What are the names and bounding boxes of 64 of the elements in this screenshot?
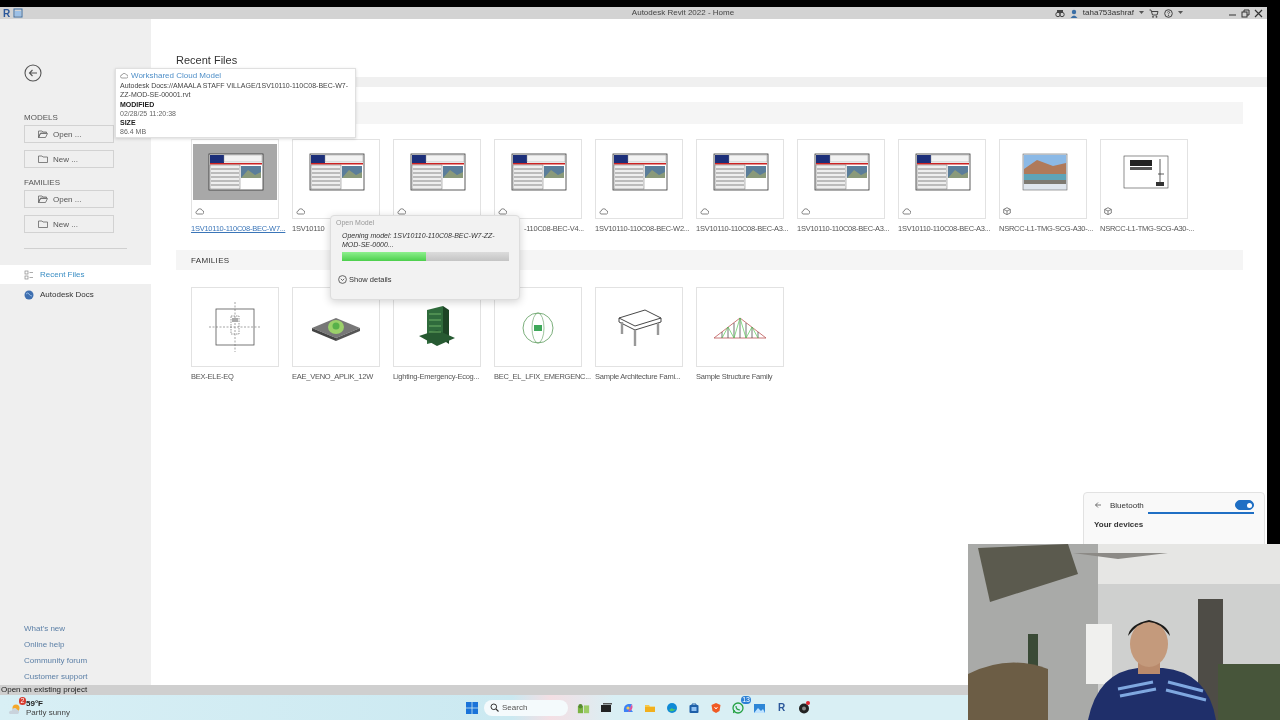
nav-item[interactable]: Autodesk Docs (0, 285, 151, 304)
file-card[interactable] (292, 139, 380, 219)
cloud-icon (120, 71, 128, 79)
search-field[interactable]: Search (484, 699, 568, 716)
app-logo[interactable]: R (3, 7, 11, 19)
photos-icon[interactable] (753, 701, 766, 714)
task-view-icon[interactable] (599, 701, 612, 714)
start-icon[interactable] (466, 701, 478, 714)
globe-icon (24, 289, 34, 300)
file-card[interactable] (797, 139, 885, 219)
search-icon (490, 703, 499, 712)
new-button[interactable]: New ... (24, 150, 114, 168)
bag-icon[interactable] (687, 701, 700, 714)
binoculars-icon[interactable] (1054, 8, 1065, 18)
help-icon[interactable] (1164, 8, 1173, 18)
restore-icon[interactable] (1241, 8, 1250, 18)
temperature-text: 59°F (26, 698, 44, 708)
caret-icon[interactable] (1178, 11, 1183, 15)
file-card[interactable] (1100, 139, 1188, 219)
folder-open-icon (38, 130, 48, 138)
folder-icon (38, 155, 48, 163)
chat-bubble-icon[interactable] (731, 701, 744, 714)
help-link[interactable]: Community forum (24, 653, 88, 669)
section-heading: FAMILIES (24, 178, 60, 187)
folder-icon (38, 220, 48, 228)
new-button[interactable]: New ... (24, 215, 114, 233)
section-heading: MODELS (24, 113, 58, 122)
swirl-icon[interactable] (621, 701, 634, 714)
section-heading: Your devices (1094, 519, 1145, 529)
app-letter-icon[interactable]: R (777, 702, 786, 713)
help-link[interactable]: Customer support (24, 669, 88, 685)
toggle-switch[interactable] (1235, 500, 1254, 510)
caret-icon[interactable] (1139, 11, 1144, 15)
close-icon[interactable] (1254, 8, 1263, 18)
help-link[interactable]: What's new (24, 621, 66, 637)
record-icon[interactable] (797, 701, 810, 714)
file-card[interactable] (191, 139, 279, 219)
section-heading: FAMILIES (191, 255, 230, 265)
list-icon (24, 269, 34, 280)
help-link[interactable]: Online help (24, 637, 65, 653)
back-icon[interactable] (1094, 501, 1102, 509)
weather-text: Partly sunny (26, 707, 71, 717)
file-card[interactable] (494, 139, 582, 219)
user-icon[interactable] (1069, 8, 1078, 18)
window-icon[interactable] (13, 8, 24, 18)
lion-shield-icon[interactable] (709, 701, 722, 714)
file-card[interactable] (898, 139, 986, 219)
folder-open-icon (38, 195, 48, 203)
file-card[interactable] (595, 139, 683, 219)
nav-item[interactable]: Recent Files (0, 265, 151, 284)
panel-title: Bluetooth (1110, 500, 1145, 510)
open-button[interactable]: Open ... (24, 125, 114, 143)
open-button[interactable]: Open ... (24, 190, 114, 208)
weather-icon (9, 703, 21, 715)
user-name[interactable]: taha753ashraf (1082, 8, 1134, 18)
back-icon[interactable] (24, 64, 42, 82)
tooltip-title: Workshared Cloud Model (131, 70, 222, 80)
chevron-icon (338, 275, 347, 284)
browser-icon[interactable] (665, 701, 678, 714)
plant-icon[interactable] (577, 701, 590, 714)
file-card[interactable] (696, 139, 784, 219)
page-title: Recent Files (176, 54, 238, 67)
window-title: Autodesk Revit 2022 - Home (631, 8, 735, 18)
cart-icon[interactable] (1149, 8, 1159, 18)
